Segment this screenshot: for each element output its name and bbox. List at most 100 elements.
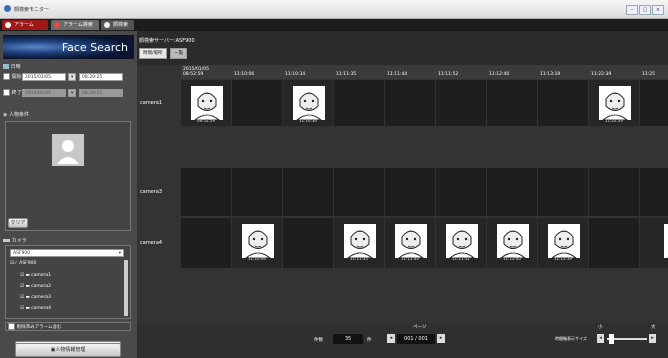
face-result-cell[interactable]: 1.00 11:22:39: [589, 80, 639, 126]
timeline-cell[interactable]: [487, 168, 537, 216]
page-label: ページ: [413, 325, 427, 330]
time-column-time: 11:11:35: [336, 72, 357, 77]
start-date-picker-button[interactable]: ▾: [68, 73, 76, 81]
time-column-header: 11:12:40: [487, 65, 538, 79]
tree-node-server[interactable]: ☑✓ ASF900: [10, 261, 36, 266]
tab-label: アラーム検索: [63, 22, 93, 28]
face-result-cell[interactable]: 1.47 11:10:06: [232, 218, 282, 268]
end-checkbox[interactable]: [3, 89, 10, 96]
face-result-cell[interactable]: 1.17 11:11:52: [436, 218, 486, 268]
timeline-cell[interactable]: [181, 168, 231, 216]
tree-node-camera1[interactable]: ☑ ▬ camera1: [20, 273, 51, 278]
deleted-alarm-row: 削除済みアラーム含む: [5, 322, 131, 331]
size-large-label: 大: [651, 325, 656, 330]
time-column-time: 11:11:44: [387, 72, 408, 77]
timeline-cell[interactable]: [487, 80, 537, 126]
camera-section-label: カメラ: [11, 238, 27, 244]
hero-title: Face Search: [61, 41, 128, 54]
face-time: 11:12:40: [503, 256, 521, 261]
alarm-icon: [5, 22, 11, 28]
face-time: 11:10:34: [299, 118, 317, 123]
time-column-time: 08:52:59: [183, 72, 204, 77]
timeline-cell[interactable]: [589, 218, 639, 268]
tab-alarm-search[interactable]: アラーム検索: [51, 20, 99, 30]
tree-node-camera3[interactable]: ☑ ▬ camera3: [20, 295, 51, 300]
tree-node-camera2[interactable]: ☑ ▬ camera2: [20, 284, 51, 289]
person-register-button[interactable]: ▣人物情報管理: [15, 343, 121, 357]
view-toggle: 時間/場所 一覧: [139, 48, 189, 59]
camera-row-label: camera4: [140, 240, 163, 246]
start-date-field[interactable]: 2015/01/05: [22, 73, 66, 81]
timeline-cell[interactable]: [232, 168, 282, 216]
tree-scrollbar[interactable]: [124, 260, 128, 316]
end-date-picker-button[interactable]: ▾: [68, 89, 76, 97]
face-result-cell[interactable]: 1.38 11:11:44: [385, 218, 435, 268]
camera-tree-panel: ASF900 ▾ ☑✓ ASF900 ☑ ▬ camera1 ☑ ▬ camera…: [5, 245, 131, 319]
timeline-cell[interactable]: [436, 168, 486, 216]
deleted-alarm-checkbox[interactable]: [8, 323, 15, 330]
timeline-cell[interactable]: [538, 80, 588, 126]
timeline-cell[interactable]: [589, 168, 639, 216]
timeline-cell[interactable]: [334, 168, 384, 216]
app-icon: [4, 5, 11, 12]
size-small-label: 小: [598, 325, 603, 330]
app-window: 顔検索モニター – □ × アラーム アラーム検索 顔検索 Face Searc…: [0, 0, 668, 358]
face-result-cell[interactable]: 1.55 11:12:40: [487, 218, 537, 268]
start-checkbox[interactable]: [3, 73, 10, 80]
maximize-button[interactable]: □: [639, 5, 651, 15]
chevron-down-icon: ▾: [118, 251, 121, 256]
time-column-header: 11:13:19: [538, 65, 589, 79]
size-increase-button[interactable]: ▸: [649, 334, 656, 343]
timeline-cell[interactable]: [283, 218, 333, 268]
timeline-cell[interactable]: [640, 168, 668, 216]
time-place-view-button[interactable]: 時間/場所: [139, 48, 167, 59]
end-time-field[interactable]: 08:29:25: [79, 89, 123, 97]
server-select[interactable]: ASF900 ▾: [10, 249, 124, 257]
camera-label: camera4: [31, 306, 52, 311]
timeline-cell[interactable]: [181, 218, 231, 268]
face-result-cell[interactable]: [640, 218, 668, 268]
close-button[interactable]: ×: [652, 5, 664, 15]
camera-row-label: camera1: [140, 100, 163, 106]
tree-node-camera4[interactable]: ☑ ▬ camera4: [20, 306, 51, 311]
timeline-cell[interactable]: [283, 168, 333, 216]
camera-label: camera2: [31, 284, 52, 289]
end-date-field[interactable]: 2015/01/05: [22, 89, 66, 97]
tab-label: アラーム: [14, 22, 34, 28]
size-slider-handle[interactable]: [609, 334, 614, 344]
timeline-cell[interactable]: [640, 80, 668, 126]
tab-face-search[interactable]: 顔検索: [101, 20, 134, 30]
tab-alarm[interactable]: アラーム: [2, 20, 48, 30]
time-column-time: 11:10:34: [285, 72, 306, 77]
calendar-icon: [3, 64, 9, 69]
face-result-cell[interactable]: 1.00 11:10:34: [283, 80, 333, 126]
face-result-cell[interactable]: 1.00 08:52:59: [181, 80, 231, 126]
tab-label: 顔検索: [113, 22, 129, 28]
clear-button[interactable]: クリア: [8, 218, 28, 228]
time-column-header: 11:11:35: [334, 65, 385, 79]
person-register-label: 人物情報管理: [55, 347, 86, 353]
person-placeholder-avatar[interactable]: [52, 134, 84, 166]
page-value: 001 / 001: [397, 334, 435, 344]
end-label: 終了: [11, 90, 22, 96]
next-page-button[interactable]: ▸: [437, 334, 445, 343]
timeline-cell[interactable]: [232, 80, 282, 126]
minimize-button[interactable]: –: [626, 5, 638, 15]
timeline-cell[interactable]: [538, 168, 588, 216]
title-bar: 顔検索モニター – □ ×: [0, 0, 668, 19]
face-result-cell[interactable]: 1.38 11:11:35: [334, 218, 384, 268]
face-result-cell[interactable]: 1.67 11:13:19: [538, 218, 588, 268]
camera-label: camera1: [31, 273, 52, 278]
timeline-cell[interactable]: [385, 80, 435, 126]
time-column-header: 2015/01/05 08:52:59: [181, 65, 232, 79]
prev-page-button[interactable]: ◂: [387, 334, 395, 343]
timeline-cell[interactable]: [334, 80, 384, 126]
size-decrease-button[interactable]: ◂: [597, 334, 604, 343]
face-thumbnail[interactable]: [664, 224, 668, 258]
time-column-header: 11:11:44: [385, 65, 436, 79]
timeline-cell[interactable]: [385, 168, 435, 216]
list-view-button[interactable]: 一覧: [170, 48, 188, 59]
start-time-field[interactable]: 08:29:25: [79, 73, 123, 81]
person-icon: ◉: [3, 112, 8, 118]
timeline-cell[interactable]: [436, 80, 486, 126]
